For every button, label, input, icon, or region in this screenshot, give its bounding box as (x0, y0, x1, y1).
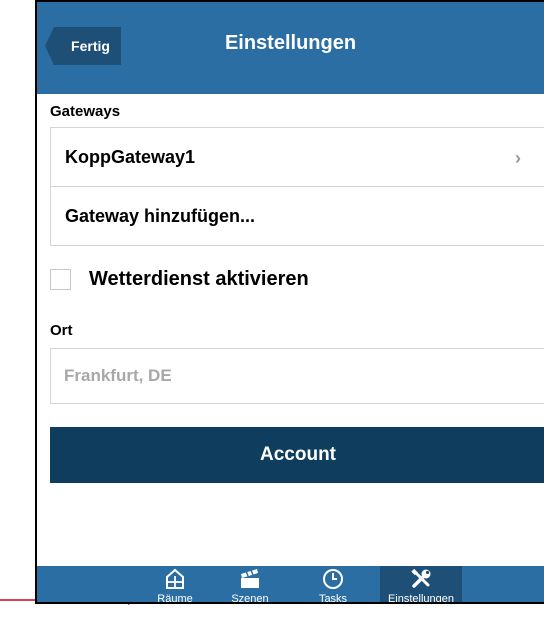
weather-service-checkbox[interactable] (50, 269, 71, 290)
tab-tasks-label: Tasks (318, 593, 348, 604)
location-section-label: Ort (50, 322, 73, 339)
gateways-section-label: Gateways (50, 103, 121, 120)
clock-icon (322, 566, 344, 592)
add-gateway-label: Gateway hinzufügen... (65, 205, 256, 226)
weather-service-toggle[interactable]: Wetterdienst aktivieren (50, 268, 309, 291)
location-input[interactable]: Frankfurt, DE (50, 348, 544, 404)
tab-raeume[interactable]: Räume (137, 566, 213, 604)
clapperboard-icon (238, 566, 262, 592)
gateway-item-label: KoppGateway1 (65, 146, 196, 167)
account-button[interactable]: Account (50, 427, 544, 483)
tools-icon (409, 566, 433, 592)
tab-szenen[interactable]: Szenen (215, 566, 285, 604)
tab-einstellungen[interactable]: Einstellungen (380, 566, 462, 604)
tab-szenen-label: Szenen (231, 593, 269, 604)
house-icon (163, 566, 187, 592)
chevron-right-icon: › (515, 148, 521, 168)
add-gateway-button[interactable]: Gateway hinzufügen... (51, 186, 544, 245)
gateway-item-koppgateway1[interactable]: KoppGateway1 › (51, 128, 544, 186)
page-title: Einstellungen (224, 32, 357, 54)
tab-tasks[interactable]: Tasks (303, 566, 363, 604)
tab-bar: Räume Szenen Tasks Einstellungen (37, 566, 544, 604)
navigation-bar: Fertig Einstellungen (37, 2, 544, 94)
tab-raeume-label: Räume (157, 593, 193, 604)
gateways-list: KoppGateway1 › Gateway hinzufügen... (50, 127, 544, 246)
weather-service-label: Wetterdienst aktivieren (89, 268, 309, 290)
tab-einstellungen-label: Einstellungen (387, 593, 455, 604)
app-window: Fertig Einstellungen Gateways KoppGatewa… (35, 0, 544, 604)
